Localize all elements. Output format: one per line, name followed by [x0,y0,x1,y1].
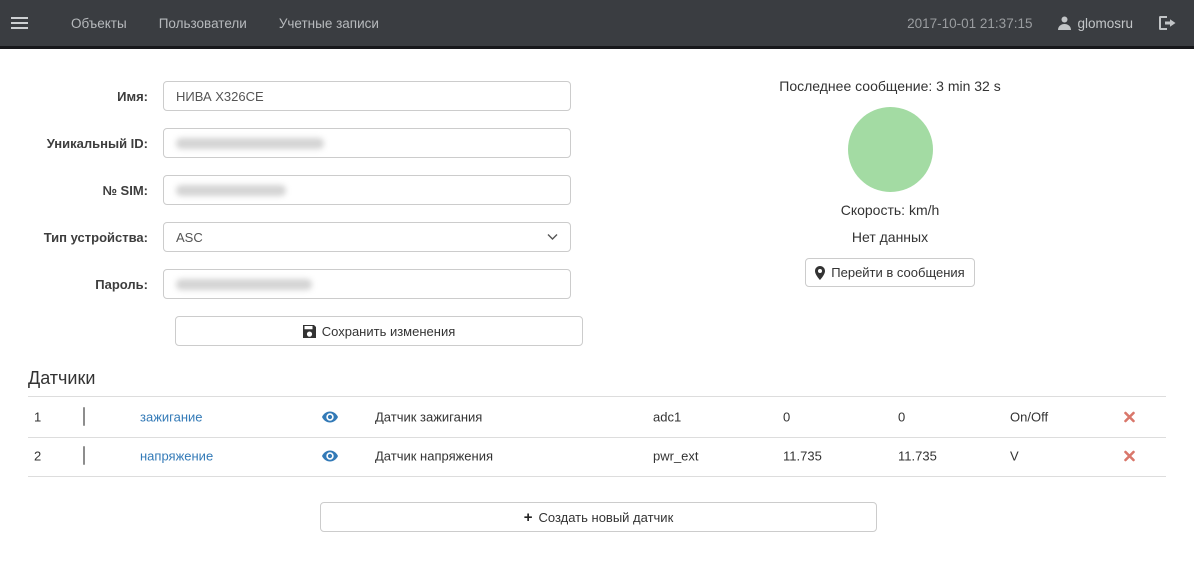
divider [28,396,1166,397]
username-label: glomosru [1077,16,1133,31]
sensor-value-2: 11.735 [898,449,937,464]
form-row-device-type: Тип устройства: ASC [0,222,571,252]
sensor-checkbox[interactable] [83,447,85,465]
create-sensor-label: Создать новый датчик [539,510,674,525]
navbar: Объекты Пользователи Учетные записи 2017… [0,0,1194,49]
delete-icon[interactable] [1124,412,1135,423]
map-marker-icon [815,266,825,280]
save-button[interactable]: Сохранить изменения [175,316,583,346]
name-label: Имя: [0,89,163,104]
navbar-right: 2017-10-01 21:37:15 glomosru [907,16,1194,31]
datetime-label: 2017-10-01 21:37:15 [907,16,1032,31]
sensor-value: 0 [783,410,790,425]
device-type-select[interactable]: ASC [163,222,571,252]
unique-id-input[interactable] [163,128,571,158]
nav-item-users[interactable]: Пользователи [143,0,263,48]
sensor-number: 1 [34,410,41,425]
divider [28,437,1166,438]
masked-value [176,185,286,196]
hamburger-menu-icon[interactable] [11,13,37,33]
logout-icon[interactable] [1159,16,1176,30]
sim-input[interactable] [163,175,571,205]
create-sensor-button[interactable]: + Создать новый датчик [320,502,877,532]
nav-item-accounts[interactable]: Учетные записи [263,0,395,48]
navbar-left: Объекты Пользователи Учетные записи [0,0,395,48]
plus-icon: + [524,509,533,526]
save-icon [303,325,316,338]
page: Объекты Пользователи Учетные записи 2017… [0,0,1194,586]
nav-item-objects[interactable]: Объекты [55,0,143,48]
masked-value [176,138,324,149]
last-message-label: Последнее сообщение: 3 min 32 s [765,78,1015,94]
device-type-label: Тип устройства: [0,230,163,245]
chevron-down-icon [547,234,558,240]
sensor-units: On/Off [1010,410,1048,425]
nav-menu: Объекты Пользователи Учетные записи [55,0,395,48]
password-label: Пароль: [0,277,163,292]
sensor-name-link[interactable]: зажигание [140,410,203,425]
unique-id-label: Уникальный ID: [0,136,163,151]
sensor-name-link[interactable]: напряжение [140,449,213,464]
password-input[interactable] [163,269,571,299]
user-icon [1058,16,1071,30]
eye-icon[interactable] [322,451,338,462]
sensor-row: 2 напряжение Датчик напряжения pwr_ext 1… [28,441,1166,471]
sim-label: № SIM: [0,183,163,198]
sensor-description: Датчик зажигания [375,410,482,425]
divider [28,476,1166,477]
go-to-messages-label: Перейти в сообщения [831,265,964,280]
sensor-param: adc1 [653,410,681,425]
user-menu[interactable]: glomosru [1058,16,1133,31]
form-row-unique-id: Уникальный ID: [0,128,571,158]
masked-value [176,279,312,290]
no-data-label: Нет данных [765,229,1015,245]
form-row-password: Пароль: [0,269,571,299]
save-button-label: Сохранить изменения [322,324,456,339]
form-row-name: Имя: [0,81,571,111]
sensor-description: Датчик напряжения [375,449,493,464]
sensor-number: 2 [34,449,41,464]
sensor-row: 1 зажигание Датчик зажигания adc1 0 0 On… [28,402,1166,432]
eye-icon[interactable] [322,412,338,423]
sensor-checkbox[interactable] [83,408,85,426]
speed-label: Скорость: km/h [765,202,1015,218]
device-type-value: ASC [176,230,203,245]
name-input[interactable] [163,81,571,111]
form-row-sim: № SIM: [0,175,571,205]
go-to-messages-button[interactable]: Перейти в сообщения [805,258,975,287]
status-circle [848,107,933,192]
delete-icon[interactable] [1124,451,1135,462]
sensor-param: pwr_ext [653,449,699,464]
sensor-value: 11.735 [783,449,822,464]
status-panel: Последнее сообщение: 3 min 32 s Скорость… [765,78,1015,287]
sensors-title: Датчики [28,368,95,389]
sensor-units: V [1010,449,1019,464]
sensor-value-2: 0 [898,410,905,425]
